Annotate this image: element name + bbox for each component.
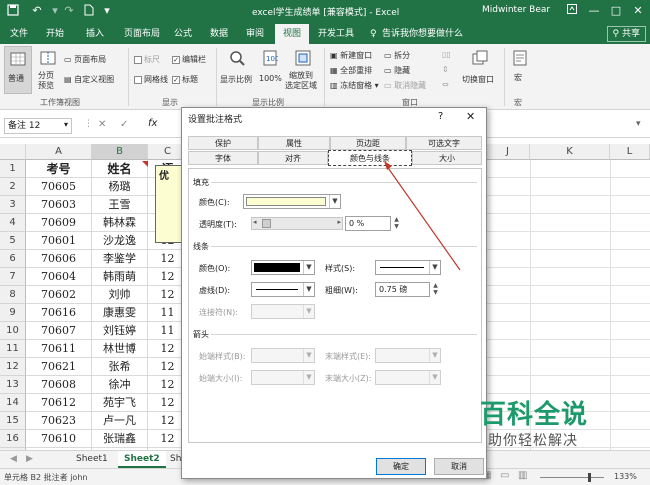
- watermark-title: 百科全说: [480, 400, 589, 430]
- watermark-logo: 百科全说 助你轻松解决: [466, 392, 636, 458]
- watermark-subtitle: 助你轻松解决: [488, 433, 578, 449]
